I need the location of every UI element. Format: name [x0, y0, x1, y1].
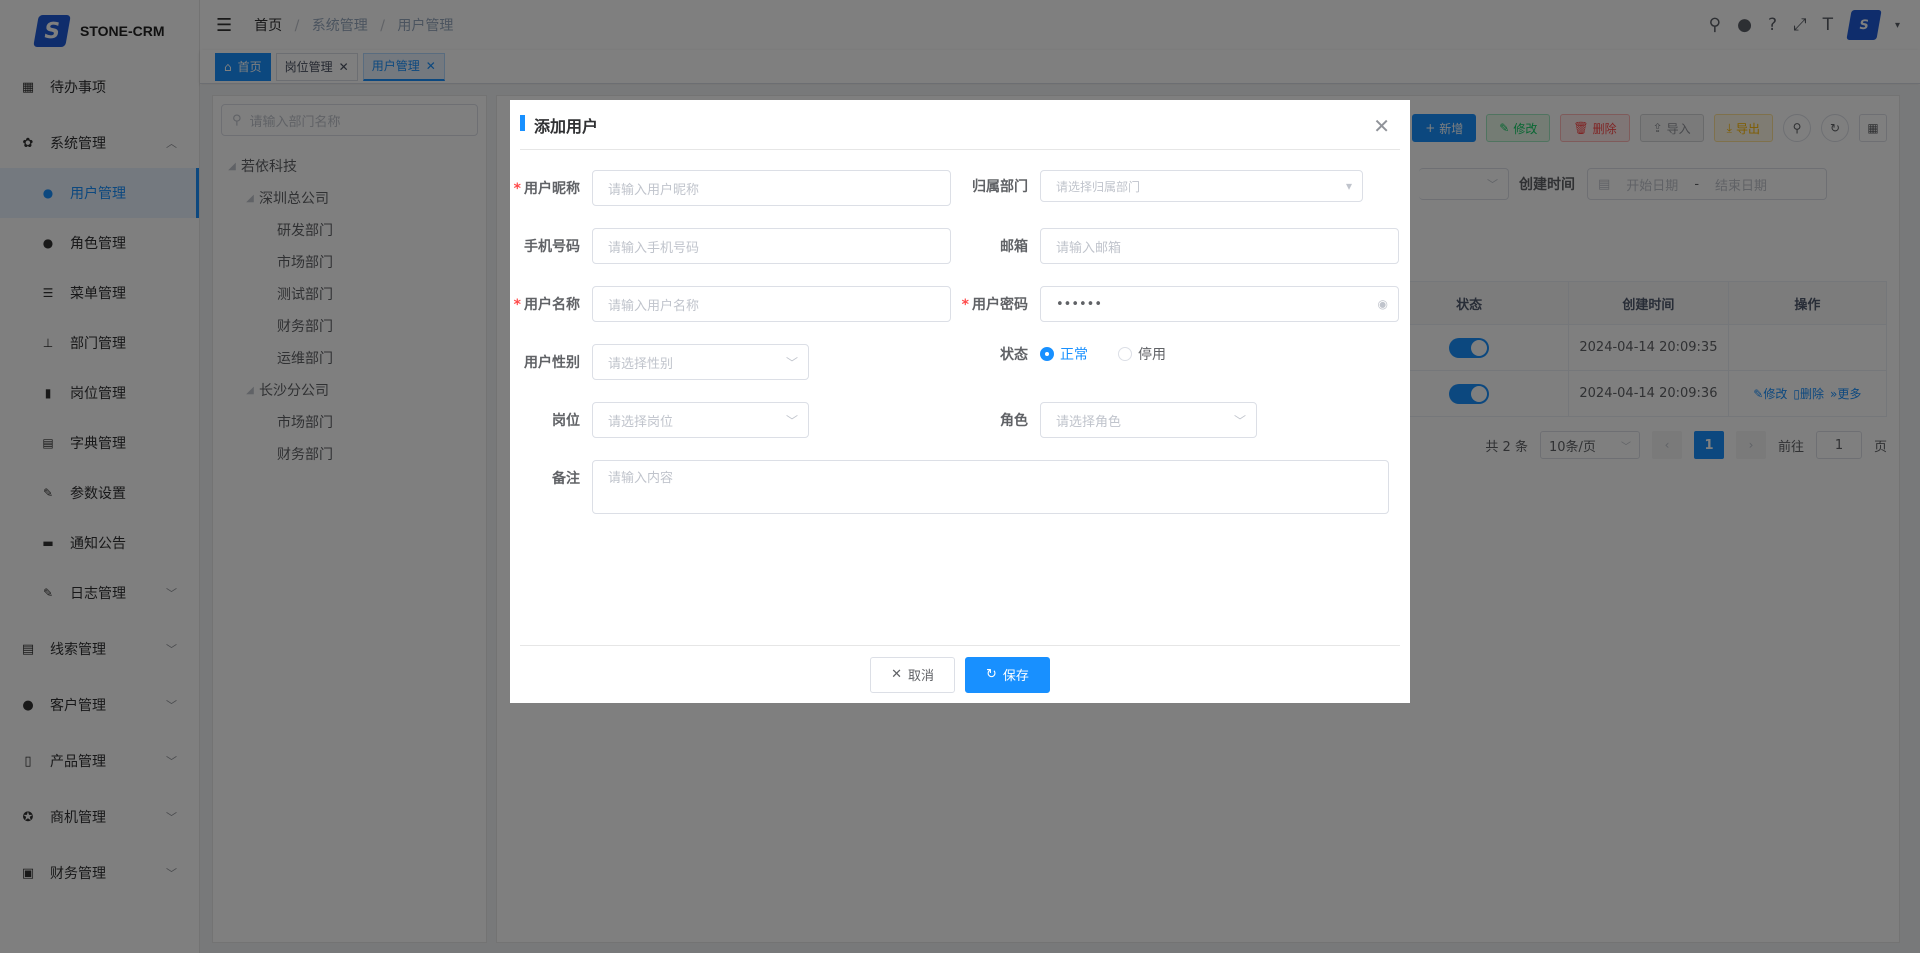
form-item-status: 状态 正常 停用: [958, 344, 1196, 364]
eye-icon[interactable]: ◉: [1378, 297, 1388, 311]
chevron-down-icon: ﹀: [785, 355, 798, 370]
remark-textarea[interactable]: 请输入内容: [592, 460, 1389, 514]
role-select[interactable]: 请选择角色 ﹀: [1040, 402, 1257, 438]
gender-select[interactable]: 请选择性别 ﹀: [592, 344, 809, 380]
form-item-nickname: * 用户昵称 请输入用户昵称: [510, 170, 951, 206]
phone-input[interactable]: 请输入手机号码: [592, 228, 951, 264]
user-form: * 用户昵称 请输入用户昵称 归属部门 请选择归属部门 ▾ 手机号码 请输入手机号码…: [510, 150, 1410, 645]
required-mark: *: [513, 297, 521, 313]
form-item-remark: 备注 请输入内容: [510, 460, 1389, 514]
post-select[interactable]: 请选择岗位 ﹀: [592, 402, 809, 438]
post-label: 岗位: [552, 413, 580, 429]
form-item-phone: 手机号码 请输入手机号码: [510, 228, 951, 264]
save-button[interactable]: ↻ 保存: [965, 656, 1050, 693]
dialog-title: 添加用户: [520, 113, 598, 137]
nickname-label: * 用户昵称: [513, 181, 580, 197]
remark-label: 备注: [552, 471, 580, 487]
radio-dot: [1040, 347, 1054, 361]
close-icon: ✕: [891, 667, 902, 682]
form-item-dept: 归属部门 请选择归属部门 ▾: [958, 170, 1363, 202]
radio-dot: [1118, 347, 1132, 361]
status-label: 状态: [1000, 347, 1028, 363]
phone-label: 手机号码: [524, 239, 580, 255]
form-item-role: 角色 请选择角色 ﹀: [958, 402, 1257, 438]
password-input[interactable]: •••••• ◉: [1040, 286, 1399, 322]
dialog-footer: ✕ 取消 ↻ 保存: [520, 645, 1400, 703]
add-user-dialog: 添加用户 ✕ * 用户昵称 请输入用户昵称 归属部门 请选择归属部门 ▾ 手机号码 …: [510, 100, 1410, 703]
form-item-username: * 用户名称 请输入用户名称: [510, 286, 951, 322]
required-mark: *: [961, 297, 969, 313]
close-icon[interactable]: ✕: [1373, 114, 1390, 138]
status-radio-normal[interactable]: 正常: [1040, 344, 1088, 364]
required-mark: *: [513, 181, 521, 197]
cancel-button[interactable]: ✕ 取消: [870, 656, 955, 693]
email-label: 邮箱: [1000, 239, 1028, 255]
caret-down-icon: ▾: [1345, 179, 1352, 193]
role-label: 角色: [1000, 413, 1028, 429]
dept-select[interactable]: 请选择归属部门 ▾: [1040, 170, 1363, 202]
dept-label: 归属部门: [972, 179, 1028, 195]
form-item-gender: 用户性别 请选择性别 ﹀: [510, 344, 809, 380]
nickname-input[interactable]: 请输入用户昵称: [592, 170, 951, 206]
email-input[interactable]: 请输入邮箱: [1040, 228, 1399, 264]
gender-label: 用户性别: [524, 355, 580, 371]
dialog-header: 添加用户 ✕: [520, 100, 1400, 150]
chevron-down-icon: ﹀: [785, 413, 798, 428]
refresh-icon: ↻: [986, 667, 997, 682]
username-input[interactable]: 请输入用户名称: [592, 286, 951, 322]
form-item-password: * 用户密码 •••••• ◉: [958, 286, 1399, 322]
chevron-down-icon: ﹀: [1233, 413, 1246, 428]
status-radio-disabled[interactable]: 停用: [1118, 344, 1166, 364]
form-item-email: 邮箱 请输入邮箱: [958, 228, 1399, 264]
username-label: * 用户名称: [513, 297, 580, 313]
password-label: * 用户密码: [961, 297, 1028, 313]
form-item-post: 岗位 请选择岗位 ﹀: [510, 402, 809, 438]
